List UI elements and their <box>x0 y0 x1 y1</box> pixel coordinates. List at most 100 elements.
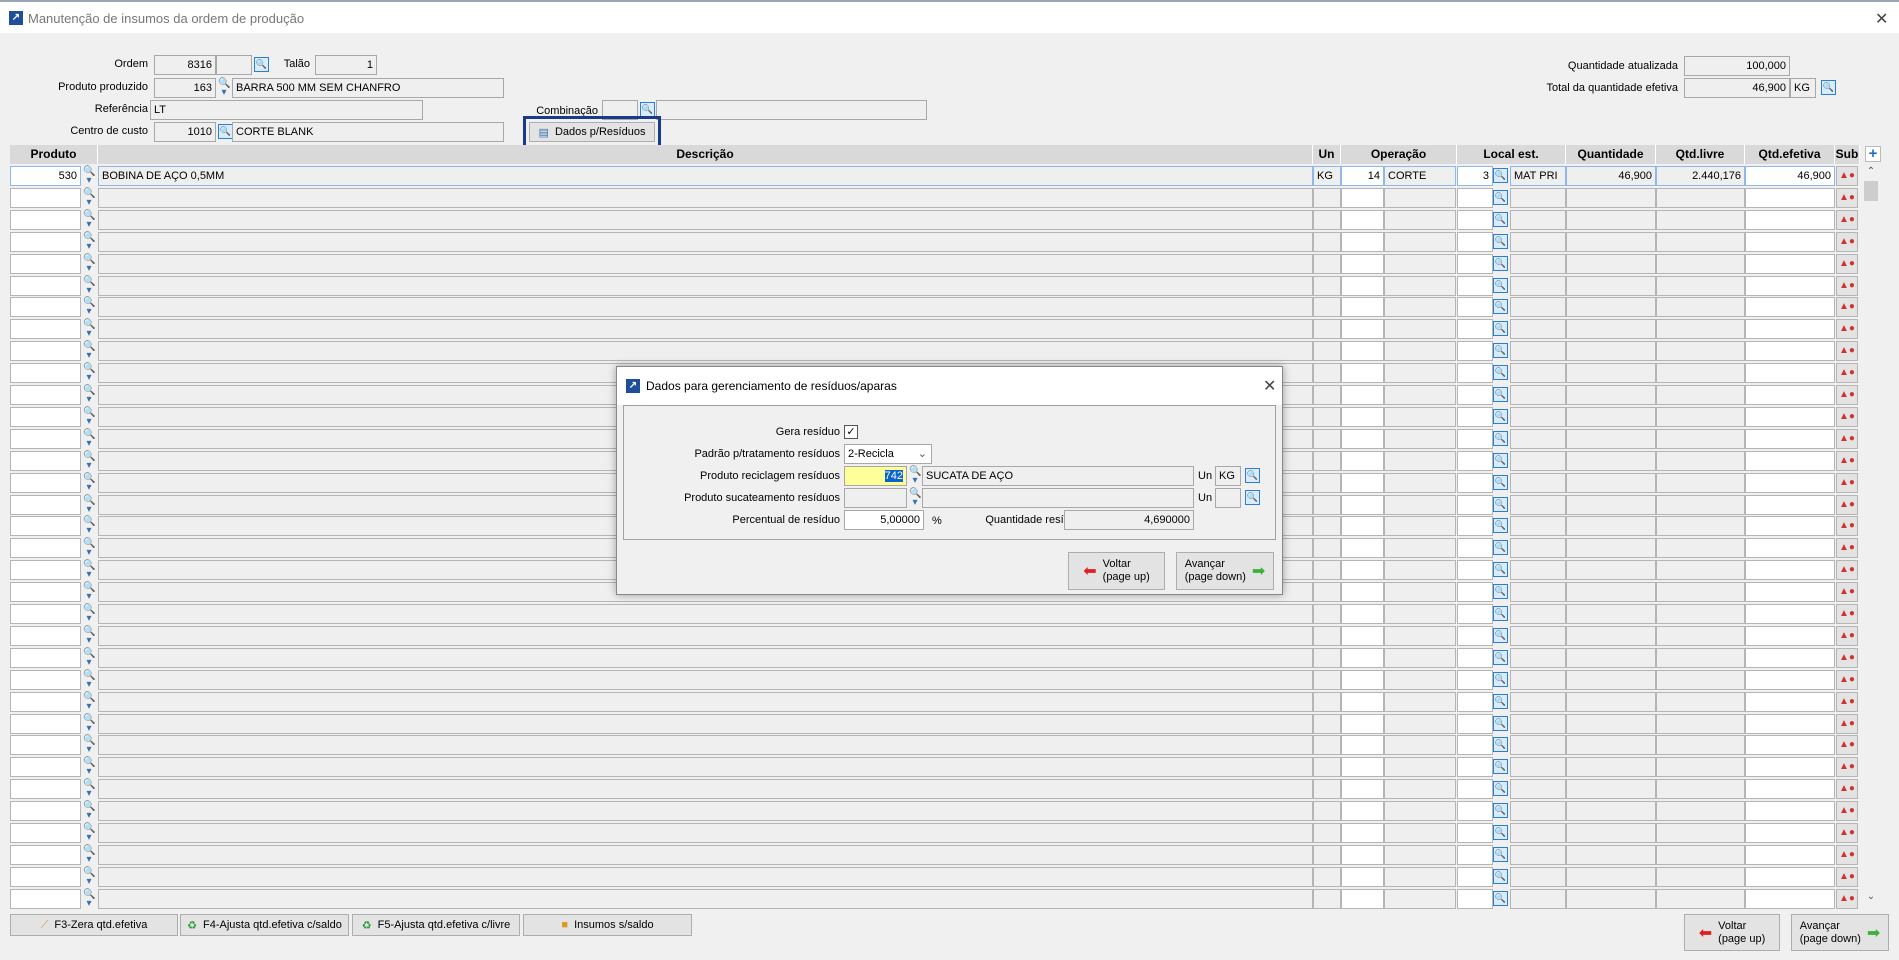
cell-local-code[interactable] <box>1457 428 1493 449</box>
cell-produto[interactable] <box>10 209 81 230</box>
cell-local-code[interactable] <box>1457 209 1493 230</box>
substitute-icon[interactable]: ▲● <box>1836 844 1858 865</box>
cell-produto[interactable] <box>10 604 81 624</box>
search-dropdown-icon[interactable]: 🔍▾ <box>83 210 95 229</box>
cell-qtd-efetiva[interactable] <box>1745 647 1835 668</box>
cell-produto[interactable] <box>10 888 81 909</box>
cell-op-code[interactable] <box>1341 253 1384 274</box>
lookup-icon[interactable]: 🔍 <box>1493 584 1508 600</box>
ordem-suffix-field[interactable] <box>216 55 252 75</box>
substitute-icon[interactable]: ▲● <box>1836 560 1858 581</box>
cell-produto[interactable] <box>10 801 81 822</box>
cell-local-code[interactable] <box>1457 560 1493 581</box>
substitute-icon[interactable]: ▲● <box>1836 801 1858 822</box>
lookup-icon[interactable]: 🔍 <box>1493 452 1508 468</box>
cell-local-code[interactable] <box>1457 647 1493 668</box>
search-dropdown-icon[interactable]: 🔍▾ <box>83 342 95 361</box>
substitute-icon[interactable]: ▲● <box>1836 888 1858 909</box>
cell-qtd-efetiva[interactable] <box>1745 428 1835 449</box>
table-row[interactable]: 🔍▾ 🔍 ▲● <box>10 275 1860 297</box>
cell-qtd-efetiva[interactable] <box>1745 669 1835 690</box>
table-row[interactable]: 🔍▾ 🔍 ▲● <box>10 647 1860 669</box>
cell-qtd-efetiva[interactable] <box>1745 604 1835 624</box>
substitute-icon[interactable]: ▲● <box>1836 187 1858 208</box>
substitute-icon[interactable]: ▲● <box>1836 713 1858 734</box>
substitute-icon[interactable]: ▲● <box>1836 406 1858 427</box>
cell-produto[interactable] <box>10 647 81 668</box>
cell-op-code[interactable] <box>1341 209 1384 230</box>
cell-op-code[interactable] <box>1341 888 1384 909</box>
substitute-icon[interactable]: ▲● <box>1836 428 1858 449</box>
substitute-icon[interactable]: ▲● <box>1836 231 1858 252</box>
avancar-button[interactable]: Avançar (page down) ➡ <box>1791 914 1889 951</box>
cell-produto[interactable] <box>10 187 81 208</box>
cell-produto[interactable] <box>10 472 81 493</box>
cell-op-code[interactable] <box>1341 516 1384 537</box>
col-quantidade[interactable]: Quantidade <box>1566 145 1656 164</box>
substitute-icon[interactable]: ▲● <box>1836 757 1858 778</box>
cell-qtd-efetiva[interactable] <box>1745 275 1835 296</box>
cell-produto[interactable] <box>10 341 81 362</box>
cell-op-code[interactable] <box>1341 472 1384 493</box>
cell-local-code[interactable] <box>1457 363 1493 384</box>
table-row[interactable]: 🔍▾ 🔍 ▲● <box>10 209 1860 231</box>
cell-local-code[interactable] <box>1457 801 1493 822</box>
search-dropdown-icon[interactable]: 🔍▾ <box>83 254 95 273</box>
search-dropdown-icon[interactable]: 🔍▾ <box>83 451 95 470</box>
lookup-icon[interactable]: 🔍 <box>1493 825 1508 840</box>
cell-local-code[interactable] <box>1457 472 1493 493</box>
gera-residuo-checkbox[interactable]: ✓ <box>844 425 858 439</box>
cell-produto[interactable] <box>10 253 81 274</box>
table-row[interactable]: 🔍▾ 🔍 ▲● <box>10 669 1860 691</box>
centro-code-field[interactable]: 1010 <box>154 122 216 142</box>
cell-local-code[interactable] <box>1457 538 1493 559</box>
cell-produto[interactable] <box>10 582 81 603</box>
lookup-icon[interactable]: 🔍 <box>1493 868 1508 884</box>
lookup-icon[interactable]: 🔍 <box>1493 189 1508 205</box>
substitute-icon[interactable]: ▲● <box>1836 494 1858 515</box>
lookup-icon[interactable]: 🔍 <box>1493 606 1508 621</box>
lookup-icon[interactable]: 🔍 <box>1493 365 1508 381</box>
col-qtd-efetiva[interactable]: Qtd.efetiva <box>1745 145 1835 164</box>
substitute-icon[interactable]: ▲● <box>1836 538 1858 559</box>
search-dropdown-icon[interactable]: 🔍▾ <box>83 429 95 448</box>
cell-op-code[interactable] <box>1341 187 1384 208</box>
cell-qtd-efetiva[interactable] <box>1745 516 1835 537</box>
cell-produto[interactable] <box>10 231 81 252</box>
cell-op-code[interactable] <box>1341 823 1384 843</box>
search-dropdown-icon[interactable]: 🔍▾ <box>83 867 95 886</box>
cell-local-code[interactable] <box>1457 691 1493 712</box>
cell-produto[interactable]: 530 <box>10 166 81 186</box>
search-dropdown-icon[interactable]: 🔍▾ <box>83 758 95 777</box>
cell-local-code[interactable] <box>1457 779 1493 800</box>
search-dropdown-icon[interactable]: 🔍▾ <box>83 626 95 645</box>
cell-qtd-efetiva[interactable]: 46,900 <box>1745 166 1835 186</box>
lookup-icon[interactable]: 🔍 <box>1493 233 1508 249</box>
substitute-icon[interactable]: ▲● <box>1836 604 1858 624</box>
cell-op-code[interactable] <box>1341 560 1384 581</box>
search-dropdown-icon[interactable]: 🔍▾ <box>909 489 921 508</box>
search-dropdown-icon[interactable]: 🔍▾ <box>83 188 95 207</box>
dialog-voltar-button[interactable]: ⬅ Voltar (page up) <box>1068 552 1165 590</box>
dialog-avancar-button[interactable]: Avançar (page down) ➡ <box>1176 552 1274 590</box>
lookup-icon[interactable]: 🔍 <box>1493 496 1508 512</box>
cell-produto[interactable] <box>10 319 81 340</box>
cell-op-code[interactable] <box>1341 428 1384 449</box>
table-row[interactable]: 🔍▾ 🔍 ▲● <box>10 822 1860 844</box>
cell-local-code[interactable] <box>1457 844 1493 865</box>
cell-local-code[interactable] <box>1457 823 1493 843</box>
lookup-icon[interactable]: 🔍 <box>1493 693 1508 709</box>
table-row[interactable]: 🔍▾ 🔍 ▲● <box>10 866 1860 888</box>
cell-local-code[interactable] <box>1457 319 1493 340</box>
col-sub[interactable]: Sub <box>1835 145 1860 164</box>
search-dropdown-icon[interactable]: 🔍▾ <box>83 605 95 624</box>
perc-field[interactable]: 5,00000 <box>844 510 924 530</box>
substitute-icon[interactable]: ▲● <box>1836 669 1858 690</box>
cell-produto[interactable] <box>10 757 81 778</box>
search-dropdown-icon[interactable]: 🔍▾ <box>83 845 95 864</box>
col-local[interactable]: Local est. <box>1457 145 1566 164</box>
search-dropdown-icon[interactable]: 🔍▾ <box>83 539 95 558</box>
lookup-icon[interactable]: 🔍 <box>1493 562 1508 578</box>
cell-op-code[interactable] <box>1341 297 1384 318</box>
substitute-icon[interactable]: ▲● <box>1836 625 1858 646</box>
